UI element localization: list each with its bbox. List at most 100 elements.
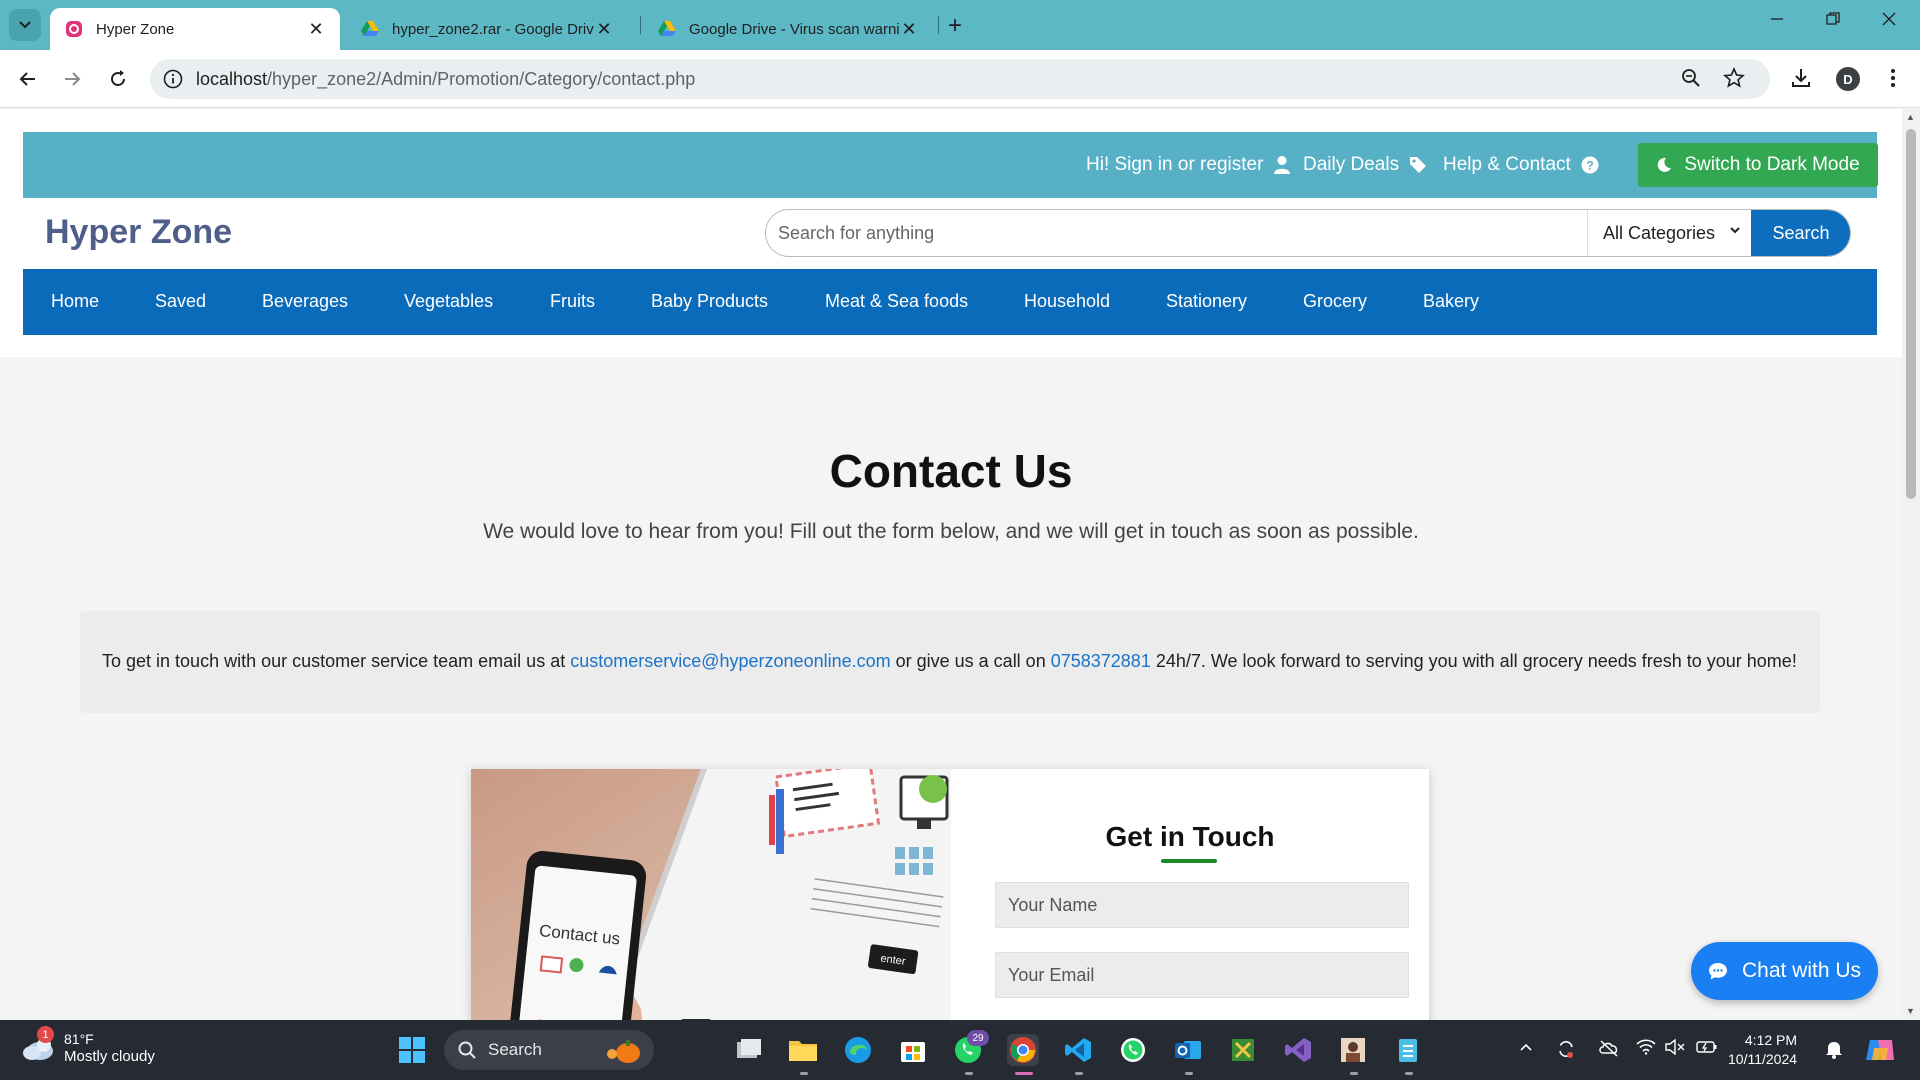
weather-widget[interactable]: 1 81°F Mostly cloudy <box>20 1026 155 1066</box>
bookmark-star-icon[interactable] <box>1723 66 1747 91</box>
nav-item-bakery[interactable]: Bakery <box>1423 291 1479 312</box>
minimize-icon[interactable] <box>1770 10 1784 31</box>
scroll-up-icon[interactable]: ▲ <box>1906 112 1915 122</box>
hyperzone-favicon-icon <box>64 19 84 39</box>
file-explorer-icon[interactable] <box>787 1034 819 1066</box>
battery-charging-icon[interactable] <box>1696 1039 1718 1058</box>
scroll-down-icon[interactable]: ▼ <box>1906 1006 1915 1016</box>
tab-google-drive-warning[interactable]: Google Drive - Virus scan warni ✕ <box>643 8 933 50</box>
chat-label: Chat with Us <box>1741 959 1862 982</box>
volume-muted-icon[interactable] <box>1665 1038 1685 1058</box>
nav-item-saved[interactable]: Saved <box>155 291 206 312</box>
running-indicator <box>1405 1072 1413 1075</box>
profile-avatar[interactable]: D <box>1836 67 1860 91</box>
kebab-menu-icon[interactable] <box>1882 67 1906 91</box>
tab-separator <box>640 16 641 34</box>
info-suffix: 24h/7. We look forward to serving you wi… <box>1150 651 1797 671</box>
visual-studio-icon[interactable] <box>1282 1034 1314 1066</box>
onedrive-off-icon[interactable] <box>1598 1039 1620 1060</box>
page-title: Contact Us <box>829 445 1073 497</box>
whatsapp-icon[interactable] <box>1117 1034 1149 1066</box>
sync-icon[interactable] <box>1556 1039 1576 1062</box>
photo-app-icon[interactable] <box>1337 1034 1369 1066</box>
search-bar: All Categories Search <box>765 209 1851 257</box>
chevron-down-icon <box>1730 227 1740 234</box>
nav-item-home[interactable]: Home <box>51 291 99 312</box>
copilot-icon[interactable] <box>1864 1034 1896 1069</box>
windows-taskbar: 1 81°F Mostly cloudy Search 29 4:12 PM 1… <box>0 1020 1920 1080</box>
search-input[interactable] <box>778 210 1568 256</box>
chrome-icon[interactable] <box>1007 1034 1039 1066</box>
search-button[interactable]: Search <box>1751 210 1850 256</box>
nav-item-vegetables[interactable]: Vegetables <box>404 291 493 312</box>
close-window-icon[interactable] <box>1882 10 1896 31</box>
contact-form-card: enter Contact us Get in Touch Your Name … <box>471 769 1429 1020</box>
tab-search-button[interactable] <box>9 9 41 41</box>
task-view-icon[interactable] <box>733 1034 765 1066</box>
tab-title: Hyper Zone <box>96 20 175 38</box>
running-indicator <box>1185 1072 1193 1075</box>
edge-browser-icon[interactable] <box>842 1034 874 1066</box>
scroll-thumb[interactable] <box>1906 129 1916 499</box>
tab-separator <box>938 16 939 34</box>
active-app-indicator <box>1015 1072 1033 1075</box>
page-scrollbar[interactable]: ▲ ▼ <box>1902 109 1920 1020</box>
tab-hyper-zone[interactable]: Hyper Zone ✕ <box>50 8 340 50</box>
notification-bell-icon[interactable] <box>1825 1039 1843 1062</box>
forward-icon[interactable] <box>60 67 84 91</box>
windows-start-icon[interactable] <box>396 1034 428 1066</box>
site-info-icon[interactable] <box>162 68 184 90</box>
close-tab-icon[interactable]: ✕ <box>306 19 326 40</box>
contact-info-text: To get in touch with our customer servic… <box>102 651 1797 672</box>
chat-bubble-icon <box>1708 963 1727 980</box>
nav-item-baby-products[interactable]: Baby Products <box>651 291 768 312</box>
restore-icon[interactable] <box>1826 10 1840 31</box>
category-nav: Home Saved Beverages Vegetables Fruits B… <box>23 269 1877 335</box>
dark-mode-label: Switch to Dark Mode <box>1684 154 1860 175</box>
taskbar-search[interactable]: Search <box>444 1030 654 1070</box>
support-email-link[interactable]: customerservice@hyperzoneonline.com <box>570 651 890 671</box>
running-indicator <box>1350 1072 1358 1075</box>
dark-mode-button[interactable]: Switch to Dark Mode <box>1638 143 1878 187</box>
nav-item-stationery[interactable]: Stationery <box>1166 291 1247 312</box>
wifi-icon[interactable] <box>1636 1039 1656 1058</box>
site-logo[interactable]: Hyper Zone <box>45 213 232 252</box>
microsoft-store-icon[interactable] <box>897 1034 929 1066</box>
signin-label: Hi! Sign in or register <box>1086 154 1264 175</box>
tab-google-drive-rar[interactable]: hyper_zone2.rar - Google Drive ✕ <box>346 8 628 50</box>
show-hidden-icons-icon[interactable] <box>1518 1039 1534 1058</box>
signin-link[interactable]: Hi! Sign in or register <box>1086 154 1291 176</box>
chat-with-us-button[interactable]: Chat with Us <box>1691 942 1878 1000</box>
info-prefix: To get in touch with our customer servic… <box>102 651 571 671</box>
address-bar[interactable]: localhost/hyper_zone2/Admin/Promotion/Ca… <box>150 59 1770 99</box>
help-contact-link[interactable]: Help & Contact ? <box>1443 154 1599 176</box>
daily-deals-link[interactable]: Daily Deals <box>1303 154 1427 176</box>
browser-toolbar: localhost/hyper_zone2/Admin/Promotion/Ca… <box>0 50 1920 108</box>
snipping-tool-icon[interactable] <box>1227 1034 1259 1066</box>
notepad-icon[interactable] <box>1392 1034 1424 1066</box>
close-tab-icon[interactable]: ✕ <box>899 19 919 40</box>
name-field[interactable] <box>995 882 1409 928</box>
nav-item-meat-sea-foods[interactable]: Meat & Sea foods <box>825 291 968 312</box>
page-viewport: Hi! Sign in or register Daily Deals Help… <box>0 109 1902 1020</box>
nav-item-fruits[interactable]: Fruits <box>550 291 595 312</box>
nav-item-household[interactable]: Household <box>1024 291 1110 312</box>
page-subtitle: We would love to hear from you! Fill out… <box>483 520 1419 543</box>
vscode-icon[interactable] <box>1062 1034 1094 1066</box>
new-tab-button[interactable]: + <box>948 12 962 40</box>
zoom-icon[interactable] <box>1680 67 1704 91</box>
category-select[interactable]: All Categories <box>1587 210 1752 256</box>
download-icon[interactable] <box>1790 67 1814 91</box>
outlook-icon[interactable] <box>1172 1034 1204 1066</box>
support-phone-link[interactable]: 0758372881 <box>1051 651 1151 671</box>
daily-deals-label: Daily Deals <box>1303 154 1400 175</box>
close-tab-icon[interactable]: ✕ <box>594 19 614 40</box>
url-path: /hyper_zone2/Admin/Promotion/Category/co… <box>267 69 696 89</box>
nav-item-grocery[interactable]: Grocery <box>1303 291 1367 312</box>
email-field[interactable] <box>995 952 1409 998</box>
taskbar-clock[interactable]: 4:12 PM 10/11/2024 <box>1728 1031 1797 1069</box>
back-icon[interactable] <box>16 67 40 91</box>
running-indicator <box>1075 1072 1083 1075</box>
nav-item-beverages[interactable]: Beverages <box>262 291 348 312</box>
reload-icon[interactable] <box>106 67 130 91</box>
